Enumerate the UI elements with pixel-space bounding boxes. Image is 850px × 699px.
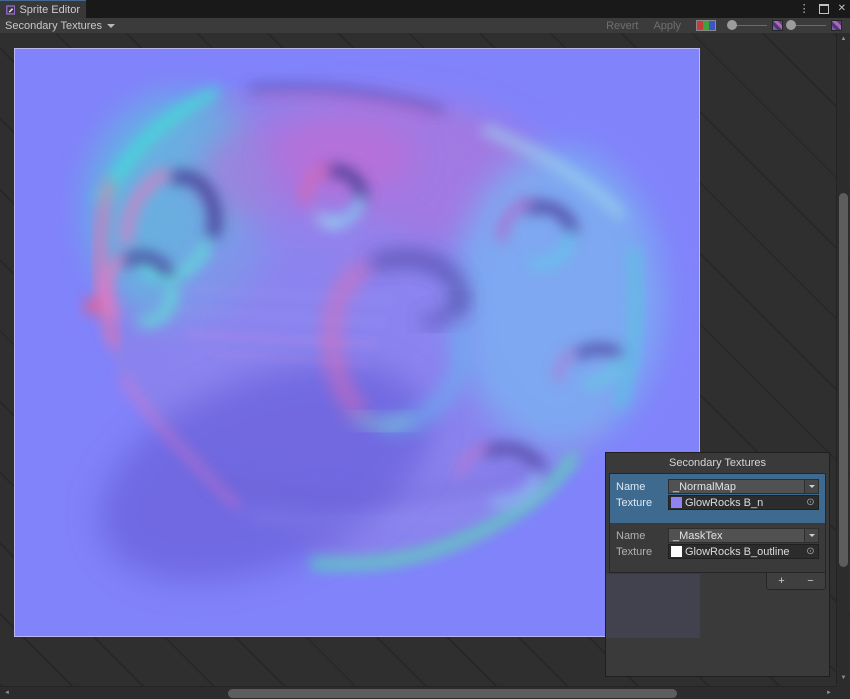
secondary-textures-panel: Secondary Textures Name _NormalMap Textu…: [605, 452, 830, 677]
name-dropdown-button[interactable]: [804, 480, 818, 493]
name-value: _MaskTex: [673, 530, 804, 542]
texture-thumbnail: [671, 546, 682, 557]
scroll-left-icon[interactable]: ◄: [4, 687, 10, 699]
add-entry-button[interactable]: +: [778, 574, 784, 588]
name-value: _NormalMap: [673, 481, 804, 493]
tab-bar: Sprite Editor ⋮ ✕: [0, 0, 850, 18]
scrollbar-corner: [836, 686, 850, 699]
name-dropdown[interactable]: _NormalMap: [668, 479, 819, 494]
window-controls: ⋮ ✕: [799, 0, 846, 18]
normal-map-texture-view: [14, 48, 700, 637]
close-icon[interactable]: ✕: [838, 4, 846, 14]
texture-value: GlowRocks B_n: [685, 497, 800, 509]
revert-button[interactable]: Revert: [606, 20, 638, 32]
remove-entry-button[interactable]: −: [807, 574, 813, 588]
sprite-editor-canvas[interactable]: Secondary Textures Name _NormalMap Textu…: [0, 33, 850, 686]
texture-object-field[interactable]: GlowRocks B_n ⊙: [668, 495, 819, 510]
tab-title: Sprite Editor: [19, 4, 80, 16]
horizontal-scrollbar[interactable]: ◄ ►: [0, 686, 836, 699]
window-menu-icon[interactable]: ⋮: [799, 4, 810, 15]
sprite-editor-icon: [6, 4, 15, 16]
scroll-up-icon[interactable]: ▲: [837, 35, 850, 43]
chevron-down-icon: [809, 485, 815, 488]
texture-label: Texture: [616, 497, 668, 509]
secondary-textures-list: Name _NormalMap Texture GlowRocks B_n ⊙: [609, 473, 826, 573]
sprite-editor-toolbar: Secondary Textures Revert Apply: [0, 18, 850, 33]
texture-object-field[interactable]: GlowRocks B_outline ⊙: [668, 544, 819, 559]
horizontal-scrollbar-thumb[interactable]: [228, 689, 677, 698]
texture-thumbnail: [671, 497, 682, 508]
panel-title: Secondary Textures: [606, 453, 829, 473]
mip-small-icon: [773, 21, 782, 30]
tab-sprite-editor[interactable]: Sprite Editor: [0, 0, 86, 18]
texture-entry-normalmap[interactable]: Name _NormalMap Texture GlowRocks B_n ⊙: [610, 474, 825, 523]
texture-label: Texture: [616, 546, 668, 558]
list-footer: + −: [606, 573, 826, 590]
rgb-alpha-toggle-button[interactable]: [696, 20, 716, 31]
zoom-slider[interactable]: [786, 18, 828, 33]
chevron-down-icon: [107, 24, 115, 28]
name-dropdown-button[interactable]: [804, 529, 818, 542]
rgb-blue-bar: [709, 21, 715, 30]
scroll-right-icon[interactable]: ►: [826, 687, 832, 699]
mip-large-icon: [832, 21, 841, 30]
mip-slider[interactable]: [727, 18, 769, 33]
texture-value: GlowRocks B_outline: [685, 546, 800, 558]
name-label: Name: [616, 530, 668, 542]
maximize-icon[interactable]: [819, 4, 829, 14]
vertical-scrollbar[interactable]: ▲ ▼: [836, 33, 849, 686]
mode-dropdown[interactable]: Secondary Textures: [5, 20, 115, 32]
mip-slider-knob[interactable]: [727, 20, 737, 30]
add-remove-box: + −: [766, 573, 826, 590]
mode-dropdown-label: Secondary Textures: [5, 20, 102, 32]
object-picker-icon[interactable]: ⊙: [803, 496, 818, 509]
name-dropdown[interactable]: _MaskTex: [668, 528, 819, 543]
apply-button[interactable]: Apply: [653, 20, 681, 32]
normal-map-sprite: [15, 49, 699, 636]
vertical-scrollbar-thumb[interactable]: [839, 193, 848, 567]
texture-entry-masktex[interactable]: Name _MaskTex Texture GlowRocks B_outlin…: [610, 523, 825, 572]
name-label: Name: [616, 481, 668, 493]
zoom-slider-knob[interactable]: [786, 20, 796, 30]
chevron-down-icon: [809, 534, 815, 537]
object-picker-icon[interactable]: ⊙: [803, 545, 818, 558]
scroll-down-icon[interactable]: ▼: [837, 674, 850, 682]
